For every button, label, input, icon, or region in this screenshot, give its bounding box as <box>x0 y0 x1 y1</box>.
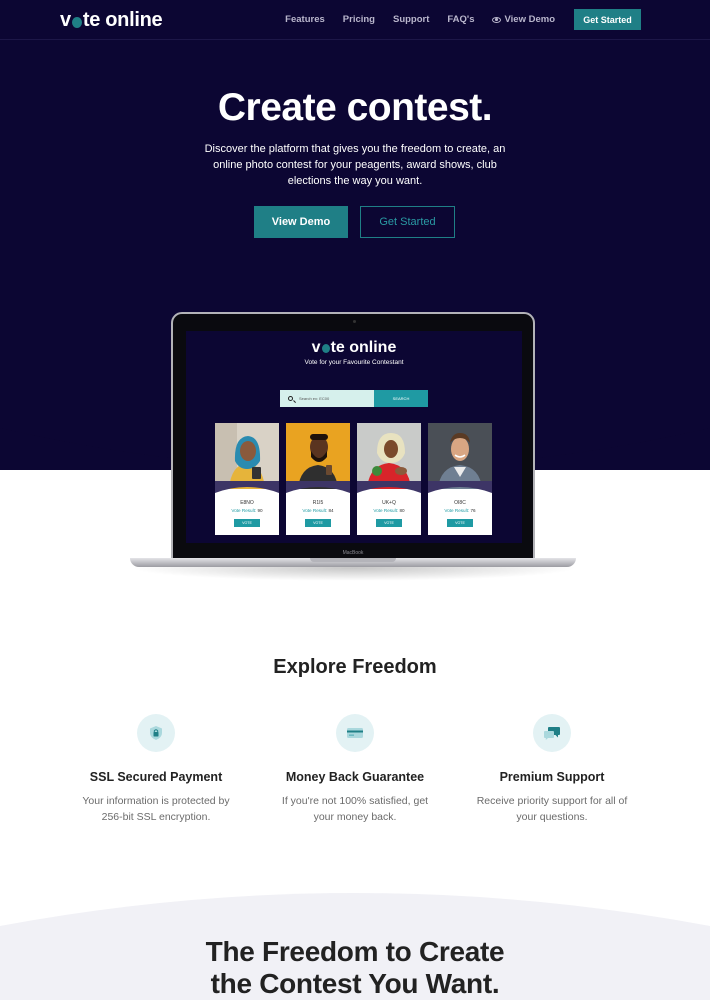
nav-link-pricing[interactable]: Pricing <box>343 14 375 25</box>
vote-result-label: Vote Result: <box>302 508 328 513</box>
laptop-mockup: v te online Vote for your Favourite Conte… <box>171 312 535 560</box>
screen-logo-start: v <box>311 339 321 356</box>
get-started-button[interactable]: Get Started <box>360 206 455 238</box>
contestant-card: R1I5 Vote Result: 84 VOTE <box>286 423 350 535</box>
vote-result: Vote Result: 84 <box>286 508 350 513</box>
nav-link-features[interactable]: Features <box>285 14 325 25</box>
vote-button[interactable]: VOTE <box>376 519 402 527</box>
logo-text-end: te online <box>82 9 163 31</box>
feature-title: Premium Support <box>499 770 605 784</box>
vote-result-value: 84 <box>328 508 334 513</box>
contestant-card: OI8C Vote Result: 76 VOTE <box>428 423 492 535</box>
contestant-code: R1I5 <box>312 500 324 506</box>
vote-result: Vote Result: 90 <box>215 508 279 513</box>
contestant-photo <box>215 423 279 489</box>
contestant-card: UK+Q Vote Result: 80 VOTE <box>357 423 421 535</box>
screen-search-input[interactable]: Search ex: EC00 <box>280 390 374 407</box>
hero-title: Create contest. <box>217 86 493 129</box>
laptop-base-notch <box>310 558 396 562</box>
vote-result: Vote Result: 76 <box>428 508 492 513</box>
contestant-card: E8NO Vote Result: 90 VOTE <box>215 423 279 535</box>
features-title: Explore Freedom <box>273 656 437 678</box>
contestant-photo <box>357 423 421 489</box>
screen-search-placeholder: Search ex: EC00 <box>299 396 330 401</box>
logo-dot-icon <box>71 17 82 28</box>
shield-lock-icon <box>137 714 175 752</box>
screen-logo-end: te online <box>330 339 397 356</box>
card-wave <box>428 481 492 493</box>
nav-link-faqs[interactable]: FAQ's <box>447 14 474 25</box>
logo[interactable]: v te online <box>60 9 163 32</box>
card-wave <box>286 481 350 493</box>
contestant-photo <box>286 423 350 489</box>
laptop-brand-label: MacBook <box>342 550 364 556</box>
contestant-code: E8NO <box>240 500 254 506</box>
vote-result-label: Vote Result: <box>231 508 257 513</box>
vote-button[interactable]: VOTE <box>447 519 473 527</box>
top-navbar: v te online Features Pricing Support FAQ… <box>0 0 710 40</box>
vote-result-label: Vote Result: <box>373 508 399 513</box>
hero-subtitle: Discover the platform that gives you the… <box>204 143 506 187</box>
vote-result-value: 76 <box>470 508 476 513</box>
bottom-title-line-1: The Freedom to Create <box>205 936 505 967</box>
vote-result-value: 90 <box>257 508 263 513</box>
contestant-code: OI8C <box>454 500 466 506</box>
vote-button[interactable]: VOTE <box>305 519 331 527</box>
camera-icon <box>353 320 356 323</box>
screen-search-button[interactable]: SEARCH <box>374 390 428 407</box>
nav-links: Features Pricing Support FAQ's View Demo <box>285 14 555 25</box>
contestant-code: UK+Q <box>382 500 396 506</box>
card-wave <box>215 481 279 493</box>
vote-result: Vote Result: 80 <box>357 508 421 513</box>
feature-description: Receive priority support for all of your… <box>476 795 628 823</box>
feature-description: Your information is protected by 256-bit… <box>82 795 230 823</box>
feature-title: Money Back Guarantee <box>285 770 425 784</box>
nav-view-demo-label: View Demo <box>504 14 555 25</box>
search-icon <box>288 396 293 401</box>
vote-result-value: 80 <box>399 508 405 513</box>
credit-card-icon <box>336 714 374 752</box>
logo-text-start: v <box>60 9 71 31</box>
vote-button[interactable]: VOTE <box>234 519 260 527</box>
chat-bubbles-icon <box>533 714 571 752</box>
view-demo-button[interactable]: View Demo <box>254 206 348 238</box>
feature-description: If you're not 100% satisfied, get your m… <box>281 795 429 823</box>
eye-icon <box>492 16 502 23</box>
contestant-photo <box>428 423 492 489</box>
screen-tagline: Vote for your Favourite Contestant <box>304 359 404 366</box>
screen-logo-dot-icon <box>321 344 330 353</box>
bottom-title-line-2: the Contest You Want. <box>210 968 500 999</box>
nav-link-support[interactable]: Support <box>393 14 429 25</box>
bottom-title: The Freedom to Create the Contest You Wa… <box>0 936 710 1000</box>
nav-get-started-button[interactable]: Get Started <box>574 9 641 30</box>
screen-logo: v te online <box>186 339 522 357</box>
card-wave <box>357 481 421 493</box>
laptop-screen: v te online Vote for your Favourite Conte… <box>186 331 522 543</box>
vote-result-label: Vote Result: <box>444 508 470 513</box>
nav-link-view-demo[interactable]: View Demo <box>492 14 555 25</box>
feature-title: SSL Secured Payment <box>89 770 223 784</box>
